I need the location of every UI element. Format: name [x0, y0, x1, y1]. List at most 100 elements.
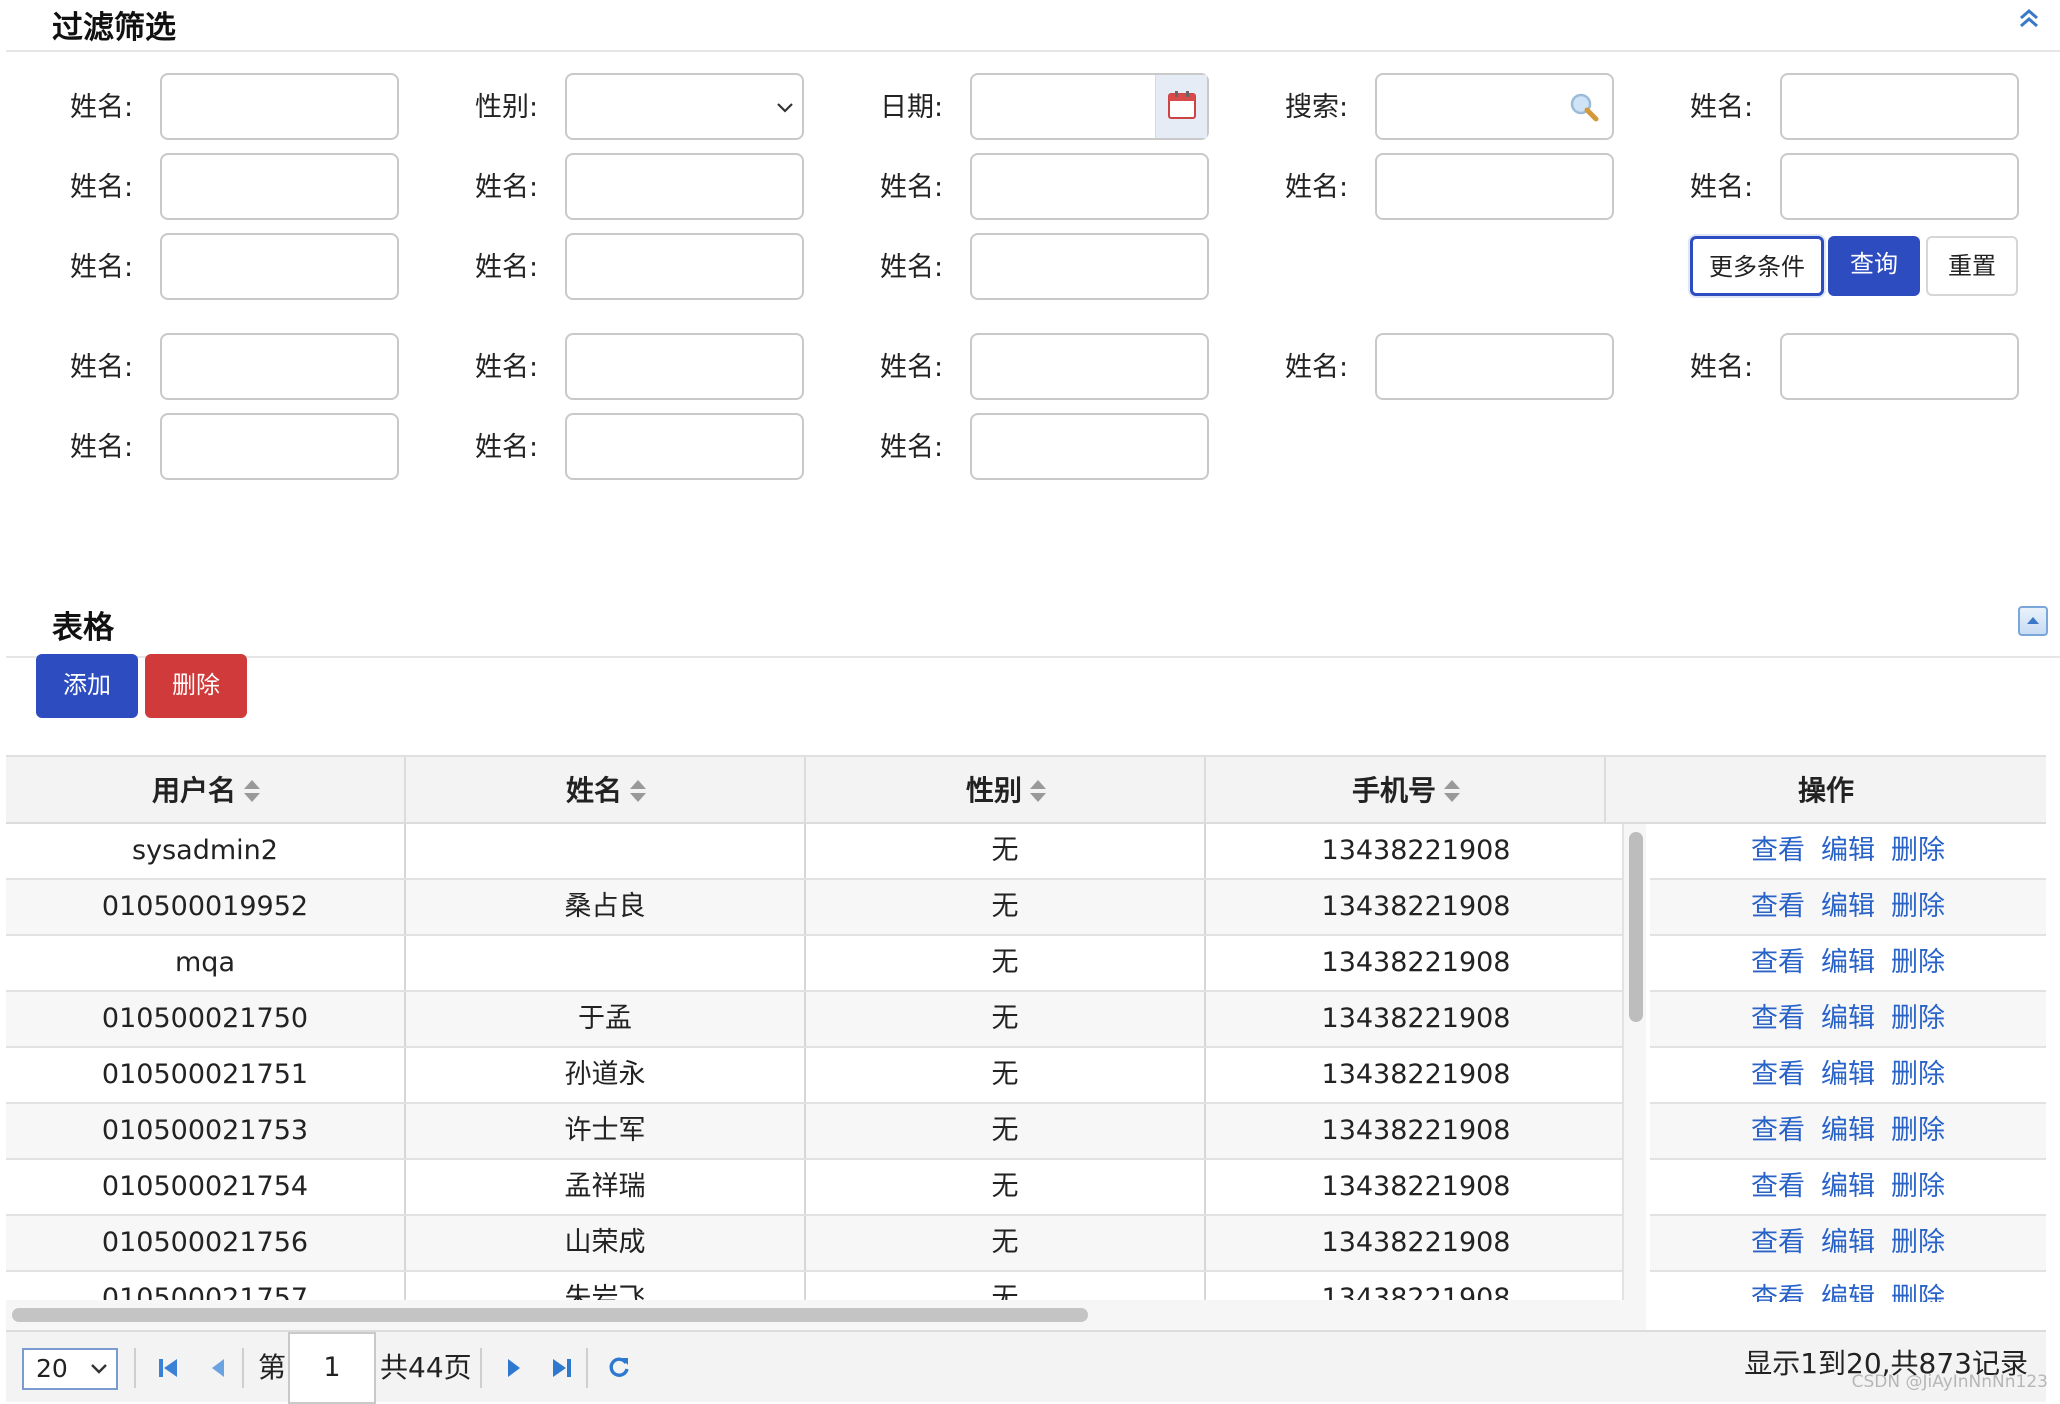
- view-link[interactable]: 查看: [1751, 1003, 1805, 1034]
- name-field[interactable]: [160, 73, 399, 140]
- edit-link[interactable]: 编辑: [1821, 947, 1875, 978]
- edit-link[interactable]: 编辑: [1821, 1059, 1875, 1090]
- view-link[interactable]: 查看: [1751, 835, 1805, 866]
- refresh-icon[interactable]: [606, 1354, 632, 1384]
- table-row[interactable]: sysadmin2 无 13438221908: [6, 824, 1626, 880]
- delete-link[interactable]: 删除: [1891, 1283, 1945, 1302]
- column-header-username[interactable]: 用户名: [6, 757, 406, 824]
- collapse-panel-icon[interactable]: [2018, 606, 2048, 636]
- query-button[interactable]: 查询: [1828, 236, 1920, 296]
- edit-link[interactable]: 编辑: [1821, 1003, 1875, 1034]
- name-field[interactable]: [160, 413, 399, 480]
- sort-icon[interactable]: [630, 780, 646, 804]
- field-label: 姓名:: [1285, 352, 1349, 383]
- column-header-phone[interactable]: 手机号: [1206, 757, 1606, 824]
- cell-username: 010500021750: [6, 992, 406, 1046]
- page-number-input[interactable]: 1: [288, 1332, 376, 1404]
- reset-button[interactable]: 重置: [1926, 236, 2018, 296]
- name-field[interactable]: [565, 413, 804, 480]
- horizontal-scrollbar[interactable]: [6, 1300, 1646, 1330]
- first-page-icon[interactable]: [156, 1356, 180, 1384]
- delete-link[interactable]: 删除: [1891, 947, 1945, 978]
- name-field[interactable]: [1375, 153, 1614, 220]
- field-label: 姓名:: [1285, 172, 1349, 203]
- view-link[interactable]: 查看: [1751, 1171, 1805, 1202]
- edit-link[interactable]: 编辑: [1821, 1171, 1875, 1202]
- prev-page-icon[interactable]: [206, 1356, 230, 1384]
- name-field[interactable]: [1780, 73, 2019, 140]
- delete-link[interactable]: 删除: [1891, 1115, 1945, 1146]
- view-link[interactable]: 查看: [1751, 891, 1805, 922]
- collapse-up-icon[interactable]: [2016, 6, 2042, 32]
- cell-username: 010500019952: [6, 880, 406, 934]
- view-link[interactable]: 查看: [1751, 1059, 1805, 1090]
- edit-link[interactable]: 编辑: [1821, 1115, 1875, 1146]
- name-field[interactable]: [970, 413, 1209, 480]
- cell-username: 010500021754: [6, 1160, 406, 1214]
- delete-link[interactable]: 删除: [1891, 1003, 1945, 1034]
- name-field[interactable]: [1780, 333, 2019, 400]
- table-row[interactable]: 010500021751 孙道永无 13438221908: [6, 1048, 1626, 1104]
- table-row[interactable]: 010500019952 桑占良无 13438221908: [6, 880, 1626, 936]
- name-field[interactable]: [565, 333, 804, 400]
- gender-select[interactable]: [565, 73, 804, 140]
- search-icon[interactable]: [1568, 91, 1600, 123]
- table-row[interactable]: 010500021754 孟祥瑞无 13438221908: [6, 1160, 1626, 1216]
- chevron-down-icon: [777, 103, 793, 113]
- view-link[interactable]: 查看: [1751, 1227, 1805, 1258]
- field-label: 姓名:: [70, 92, 134, 123]
- delete-link[interactable]: 删除: [1891, 835, 1945, 866]
- table-row[interactable]: 010500021757 朱岩飞无 13438221908: [6, 1272, 1626, 1302]
- delete-link[interactable]: 删除: [1891, 1227, 1945, 1258]
- view-link[interactable]: 查看: [1751, 947, 1805, 978]
- name-field[interactable]: [970, 333, 1209, 400]
- search-field[interactable]: [1375, 73, 1614, 140]
- field-label: 姓名:: [70, 172, 134, 203]
- sort-icon[interactable]: [1444, 780, 1460, 804]
- column-header-actions: 操作: [1606, 757, 2046, 824]
- name-field[interactable]: [160, 233, 399, 300]
- vertical-scrollbar[interactable]: [1622, 824, 1646, 1302]
- calendar-icon[interactable]: [1155, 75, 1207, 138]
- add-button[interactable]: 添加: [36, 654, 138, 718]
- name-field[interactable]: [970, 233, 1209, 300]
- cell-phone: 13438221908: [1321, 1283, 1511, 1302]
- row-actions: 查看 编辑 删除: [1650, 1272, 2046, 1302]
- name-field[interactable]: [1780, 153, 2019, 220]
- cell-phone: 13438221908: [1321, 835, 1511, 866]
- name-field[interactable]: [160, 333, 399, 400]
- column-header-gender[interactable]: 性别: [806, 757, 1206, 824]
- horizontal-scrollbar-thumb[interactable]: [12, 1308, 1088, 1322]
- edit-link[interactable]: 编辑: [1821, 891, 1875, 922]
- last-page-icon[interactable]: [550, 1356, 574, 1384]
- name-field[interactable]: [565, 153, 804, 220]
- table-row[interactable]: 010500021756 山荣成无 13438221908: [6, 1216, 1626, 1272]
- name-field[interactable]: [160, 153, 399, 220]
- delete-link[interactable]: 删除: [1891, 1171, 1945, 1202]
- next-page-icon[interactable]: [502, 1356, 526, 1384]
- vertical-scrollbar-thumb[interactable]: [1629, 832, 1643, 1022]
- sort-icon[interactable]: [1030, 780, 1046, 804]
- name-field[interactable]: [1375, 333, 1614, 400]
- name-field[interactable]: [565, 233, 804, 300]
- column-header-name[interactable]: 姓名: [406, 757, 806, 824]
- edit-link[interactable]: 编辑: [1821, 1283, 1875, 1302]
- table-row[interactable]: 010500021753 许士军无 13438221908: [6, 1104, 1626, 1160]
- delete-selected-button[interactable]: 删除: [145, 654, 247, 718]
- edit-link[interactable]: 编辑: [1821, 1227, 1875, 1258]
- view-link[interactable]: 查看: [1751, 1115, 1805, 1146]
- cell-username: mqa: [6, 936, 406, 990]
- table-row[interactable]: mqa 无 13438221908: [6, 936, 1626, 992]
- table-row[interactable]: 010500021750 于孟无 13438221908: [6, 992, 1626, 1048]
- date-field[interactable]: [970, 73, 1209, 140]
- delete-link[interactable]: 删除: [1891, 891, 1945, 922]
- cell-name: 许士军: [406, 1104, 806, 1158]
- more-conditions-button[interactable]: 更多条件: [1690, 236, 1824, 296]
- delete-link[interactable]: 删除: [1891, 1059, 1945, 1090]
- sort-icon[interactable]: [244, 780, 260, 804]
- filter-panel-title: 过滤筛选: [52, 10, 176, 46]
- view-link[interactable]: 查看: [1751, 1283, 1805, 1302]
- edit-link[interactable]: 编辑: [1821, 835, 1875, 866]
- page-size-select[interactable]: 20: [22, 1348, 118, 1390]
- name-field[interactable]: [970, 153, 1209, 220]
